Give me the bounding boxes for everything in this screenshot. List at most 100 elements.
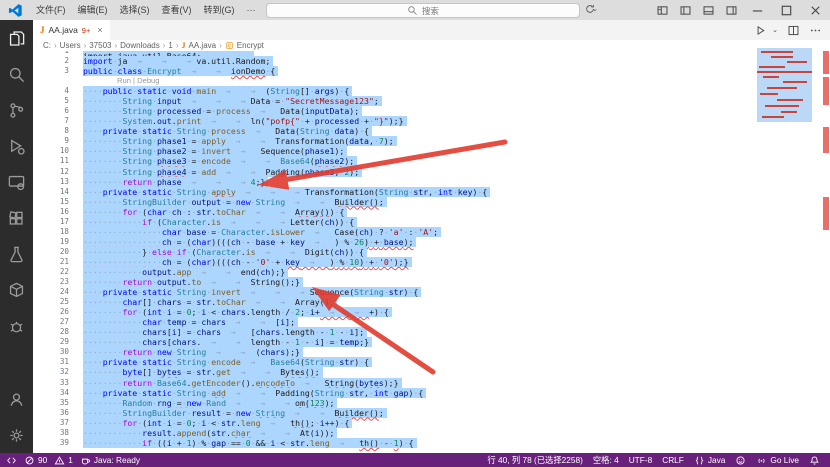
- editor[interactable]: 1import·java.util.Base64; → → 2import·ja…: [33, 51, 830, 453]
- breadcrumb-item[interactable]: Downloads: [120, 41, 160, 50]
- status-eol-sequence[interactable]: CRLF: [662, 455, 684, 465]
- selected-code-text[interactable]: ············}·else·if·(Character.is → → …: [83, 247, 367, 257]
- selected-code-text[interactable]: ········String·phase2·=·invert → Sequenc…: [83, 146, 347, 156]
- toggle-panel-icon[interactable]: [679, 4, 692, 17]
- selected-code-text[interactable]: import·ja → → → va.util.Random;: [83, 56, 273, 66]
- activitybar-run-debug-icon[interactable]: [0, 128, 33, 164]
- activitybar-testing-icon[interactable]: [0, 236, 33, 272]
- line-number: 15: [33, 197, 69, 207]
- selected-code-text[interactable]: ················char·base·=·Character.is…: [83, 227, 441, 237]
- selected-code-text[interactable]: ········for·(int·i·=·0;·i·<·chars.length…: [83, 307, 392, 317]
- breadcrumb-item[interactable]: C:: [43, 41, 51, 50]
- selected-code-text[interactable]: ········String·input → → → Data·=·"Secre…: [83, 96, 382, 106]
- selected-code-text[interactable]: ········return·output.to → → String();}: [83, 277, 303, 287]
- menu-item-0[interactable]: 文件(F): [30, 5, 72, 15]
- status-cursor-position-label: 行 40, 列 78 (已选择2258): [487, 454, 582, 466]
- menu-item-2[interactable]: 选择(S): [114, 5, 156, 15]
- selected-code-text[interactable]: ············if·(Character.is → → → Lette…: [83, 217, 357, 227]
- status-language-mode[interactable]: Java: [694, 455, 726, 466]
- selected-code-text[interactable]: ········StringBuilder·result·=·new·Strin…: [83, 408, 387, 418]
- activitybar-settings-icon[interactable]: [0, 417, 33, 453]
- line-number: 13: [33, 177, 69, 187]
- breadcrumb-item[interactable]: AA.java: [189, 41, 217, 50]
- status-encoding[interactable]: UTF-8: [629, 455, 653, 465]
- activitybar-extensions-icon[interactable]: [0, 200, 33, 236]
- line-number: 30: [33, 347, 69, 357]
- ruler-error-mark: [823, 51, 829, 74]
- activitybar-bug-icon[interactable]: [0, 308, 33, 344]
- selected-code-text[interactable]: ············chars[chars. → → length·-·1·…: [83, 337, 372, 347]
- chevron-down-icon[interactable]: ⌄: [592, 5, 598, 13]
- status-java-status[interactable]: Java: Ready: [80, 455, 140, 466]
- selected-code-text[interactable]: ········StringBuilder·output·=·new·Strin…: [83, 197, 387, 207]
- selected-code-text[interactable]: ········Random·rng·=·new·Rand → → → om(1…: [83, 398, 337, 408]
- selected-code-text[interactable]: ········String·phase1·=·apply → → Transf…: [83, 136, 397, 146]
- selected-code-text[interactable]: ············result.append(str.char → → A…: [83, 428, 337, 438]
- close-button[interactable]: [808, 3, 823, 18]
- selected-code-text[interactable]: ········return·phase → → → 4;}: [83, 177, 268, 187]
- selected-code-text[interactable]: ········for·(char·ch·:·str.toChar → → Ar…: [83, 207, 347, 217]
- tab-aa-java[interactable]: J AA.java 9+ ×: [33, 20, 110, 40]
- selected-code-text[interactable]: ········for·(int·i·=·0;·i·<·str.leng → t…: [83, 418, 352, 428]
- selected-code-text[interactable]: ········byte[]·bytes·=·str.get → → Bytes…: [83, 367, 323, 377]
- selected-code-text[interactable]: ········return·Base64.getEncoder().encod…: [83, 378, 402, 388]
- selected-code-text[interactable]: ········String·processed·=·process → Dat…: [83, 106, 362, 116]
- minimap[interactable]: [757, 48, 812, 122]
- breadcrumb-item[interactable]: 37503: [89, 41, 111, 50]
- selected-code-text[interactable]: ············if·((i·+·1)·%·gap·==·0·&&·i·…: [83, 438, 417, 448]
- status-problems-warnings[interactable]: 1: [54, 455, 73, 466]
- selected-code-text[interactable]: ····private·static·String·invert → → → S…: [83, 287, 421, 297]
- selected-code-text[interactable]: ····public·static·void·main → → (String[…: [83, 86, 352, 96]
- selected-code-text[interactable]: ················ch·=·(char)(((ch·-·'0'·+…: [83, 257, 412, 267]
- status-notifications[interactable]: [809, 455, 820, 466]
- run-dropdown-icon[interactable]: ⌄: [772, 26, 778, 34]
- selected-code-text[interactable]: ········String·phase4·=·add → → Padding(…: [83, 167, 362, 177]
- selected-code-text[interactable]: ····private·static·String·process → Data…: [83, 126, 372, 136]
- run-button[interactable]: [754, 24, 767, 37]
- breadcrumb-item[interactable]: Users: [60, 41, 81, 50]
- status-indentation[interactable]: 空格: 4: [593, 454, 619, 466]
- breadcrumb-separator: ›: [176, 41, 179, 50]
- menu-item-1[interactable]: 编辑(E): [72, 5, 114, 15]
- selected-code-text[interactable]: ········System.out.print → → ln("pofp{"·…: [83, 116, 407, 126]
- tab-problems-badge: 9+: [82, 26, 91, 35]
- activitybar-account-icon[interactable]: [0, 381, 33, 417]
- activitybar-remote-explorer-icon[interactable]: [0, 164, 33, 200]
- maximize-button[interactable]: [779, 3, 794, 18]
- selected-code-text[interactable]: ············chars[i]·=·chars → [chars.le…: [83, 327, 367, 337]
- menu-item-3[interactable]: 查看(V): [156, 5, 198, 15]
- toggle-secondary-sidebar-icon[interactable]: [702, 4, 715, 17]
- command-center-search[interactable]: 搜索: [266, 3, 580, 18]
- codelens-run-debug[interactable]: Run | Debug: [117, 76, 160, 86]
- breadcrumb-item[interactable]: Encrypt: [237, 41, 264, 50]
- selected-code-text[interactable]: ············output.app → → end(ch);}: [83, 267, 288, 277]
- menu-item-5[interactable]: ···: [241, 5, 262, 15]
- split-editor-icon[interactable]: [787, 24, 800, 37]
- selected-code-text[interactable]: ················ch·=·(char)(((ch·-·base·…: [83, 237, 416, 247]
- status-go-live[interactable]: Go Live: [756, 455, 799, 466]
- selected-code-text[interactable]: ············char·temp·=·chars → → [i];: [83, 317, 298, 327]
- selected-code-text[interactable]: ····private·static·String·apply → → → Tr…: [83, 187, 490, 197]
- status-browser-preview[interactable]: [735, 455, 746, 466]
- minimize-button[interactable]: [750, 3, 765, 18]
- selected-code-text[interactable]: ········char[]·chars·=·str.toChar → → Ar…: [83, 297, 337, 307]
- menu-item-4[interactable]: 转到(G): [198, 5, 241, 15]
- tab-close-icon[interactable]: ×: [97, 25, 102, 35]
- selected-code-text[interactable]: ····private·static·String·encode → Base6…: [83, 357, 372, 367]
- activitybar-source-control-icon[interactable]: [0, 92, 33, 128]
- selected-code-text[interactable]: ····private·static·String·add → → Paddin…: [83, 388, 426, 398]
- status-remote-indicator[interactable]: [6, 455, 17, 466]
- selected-code-text[interactable]: public·class·Encrypt → → ionDemo·{: [83, 66, 278, 76]
- selected-code-text[interactable]: ········String·phase3·=·encode → → Base6…: [83, 156, 357, 166]
- breadcrumb-item[interactable]: 1: [168, 41, 172, 50]
- customize-layout-icon[interactable]: [725, 4, 738, 17]
- status-cursor-position[interactable]: 行 40, 列 78 (已选择2258): [487, 454, 582, 466]
- overview-ruler[interactable]: [823, 51, 829, 453]
- toggle-primary-sidebar-icon[interactable]: [656, 4, 669, 17]
- activitybar-explorer-icon[interactable]: [0, 20, 33, 56]
- status-problems-errors[interactable]: 90: [24, 455, 47, 466]
- activitybar-search-icon[interactable]: [0, 56, 33, 92]
- activitybar-java-projects-icon[interactable]: [0, 272, 33, 308]
- selected-code-text[interactable]: ········return·new·String → → (chars);}: [83, 347, 303, 357]
- more-actions-icon[interactable]: [809, 24, 822, 37]
